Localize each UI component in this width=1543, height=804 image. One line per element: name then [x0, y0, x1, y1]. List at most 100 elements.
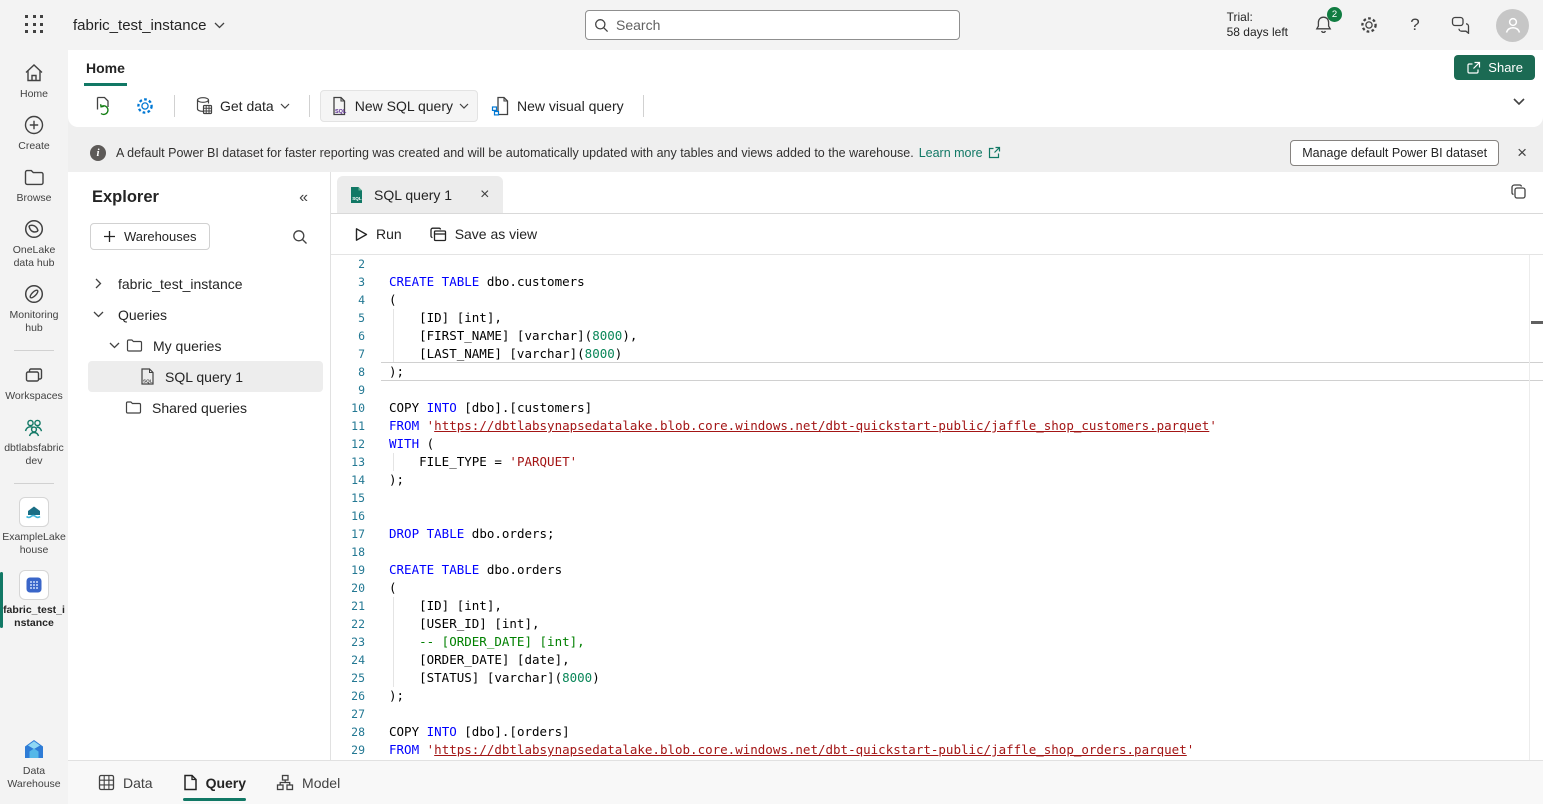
refresh-button[interactable]: [84, 90, 122, 122]
workspaces-icon: [23, 364, 45, 386]
rail-item-workspaces[interactable]: Workspaces: [0, 364, 68, 403]
code-line[interactable]: 12WITH (: [331, 435, 1543, 453]
rail-item-fabric-test-instance[interactable]: fabric_test_instance: [0, 570, 68, 630]
copy-icon[interactable]: [1510, 183, 1527, 200]
code-line[interactable]: 11FROM 'https://dbtlabsynapsedatalake.bl…: [331, 417, 1543, 435]
share-button[interactable]: Share: [1454, 55, 1535, 80]
notification-badge: 2: [1327, 7, 1342, 22]
run-button[interactable]: Run: [345, 221, 412, 247]
rail-item-browse[interactable]: Browse: [0, 166, 68, 205]
code-line[interactable]: 16: [331, 507, 1543, 525]
code-line[interactable]: 23 -- [ORDER_DATE] [int],: [331, 633, 1543, 651]
explorer-search-icon[interactable]: [292, 229, 308, 245]
line-number: 3: [331, 273, 365, 291]
code-line[interactable]: 14);: [331, 471, 1543, 489]
query-toolbar: Run Save as view: [331, 214, 1543, 255]
code-line[interactable]: 6 [FIRST_NAME] [varchar](8000),: [331, 327, 1543, 345]
new-visual-query-button[interactable]: New visual query: [482, 90, 633, 122]
tree-item-warehouse[interactable]: fabric_test_instance: [68, 268, 330, 299]
settings-button[interactable]: [1358, 14, 1380, 36]
banner-close-icon[interactable]: ×: [1517, 144, 1527, 161]
code-line[interactable]: 29FROM 'https://dbtlabsynapsedatalake.bl…: [331, 741, 1543, 759]
code-line[interactable]: 17DROP TABLE dbo.orders;: [331, 525, 1543, 543]
user-avatar[interactable]: [1496, 9, 1529, 42]
search-input[interactable]: [616, 17, 951, 33]
code-line[interactable]: 3CREATE TABLE dbo.customers: [331, 273, 1543, 291]
visual-query-document-icon: [491, 96, 511, 116]
rail-divider: [14, 350, 54, 351]
code-line[interactable]: 26);: [331, 687, 1543, 705]
code-line[interactable]: 15: [331, 489, 1543, 507]
code-line[interactable]: 19CREATE TABLE dbo.orders: [331, 561, 1543, 579]
learn-more-link[interactable]: Learn more: [919, 146, 983, 160]
refresh-document-icon: [93, 96, 113, 116]
line-number: 19: [331, 561, 365, 579]
line-number: 16: [331, 507, 365, 525]
explorer-panel: Explorer « Warehouses fabric_test_instan…: [68, 172, 331, 760]
sql-file-icon: SQL: [140, 368, 155, 385]
data-warehouse-icon: [21, 737, 47, 761]
save-as-view-button[interactable]: Save as view: [420, 221, 547, 247]
help-button[interactable]: ?: [1404, 14, 1426, 36]
new-sql-query-button[interactable]: SQL New SQL query: [320, 90, 478, 122]
sql-code-editor[interactable]: 23CREATE TABLE dbo.customers4(5 [ID] [in…: [331, 255, 1543, 760]
share-icon: [1466, 61, 1481, 75]
rail-item-monitoring-hub[interactable]: Monitoring hub: [0, 283, 68, 335]
view-tab-model[interactable]: Model: [276, 761, 340, 804]
external-link-icon: [988, 146, 1001, 159]
main-content: Explorer « Warehouses fabric_test_instan…: [68, 172, 1543, 760]
code-line[interactable]: 9: [331, 381, 1543, 399]
collapse-ribbon-button[interactable]: [1513, 98, 1525, 105]
tab-home[interactable]: Home: [84, 55, 127, 86]
code-line[interactable]: 27: [331, 705, 1543, 723]
code-line[interactable]: 8);: [331, 363, 1543, 381]
get-data-button[interactable]: Get data: [185, 90, 299, 122]
rail-item-onelake-data-hub[interactable]: OneLake data hub: [0, 218, 68, 270]
code-line[interactable]: 20(: [331, 579, 1543, 597]
feedback-icon: [1451, 16, 1471, 34]
view-tab-data[interactable]: Data: [98, 761, 153, 804]
code-line[interactable]: 22 [USER_ID] [int],: [331, 615, 1543, 633]
gear-icon: [1359, 15, 1379, 35]
code-line[interactable]: 5 [ID] [int],: [331, 309, 1543, 327]
code-line[interactable]: 25 [STATUS] [varchar](8000): [331, 669, 1543, 687]
line-number: 28: [331, 723, 365, 741]
tree-item-sql-query-1[interactable]: SQL SQL query 1: [88, 361, 323, 392]
new-sql-query-label: New SQL query: [355, 98, 453, 114]
code-line[interactable]: 10COPY INTO [dbo].[customers]: [331, 399, 1543, 417]
editor-scrollbar-thumb[interactable]: [1531, 321, 1543, 324]
chevron-down-icon: [280, 103, 290, 109]
home-icon: [23, 62, 45, 84]
rail-item-home[interactable]: Home: [0, 62, 68, 101]
rail-item-examplelakehouse[interactable]: ExampleLakehouse: [0, 497, 68, 557]
code-line[interactable]: 21 [ID] [int],: [331, 597, 1543, 615]
code-line[interactable]: 7 [LAST_NAME] [varchar](8000): [331, 345, 1543, 363]
tree-item-queries[interactable]: Queries: [68, 299, 330, 330]
tree-item-my-queries[interactable]: My queries: [68, 330, 330, 361]
tab-sql-query-1[interactable]: SQL SQL query 1 ×: [337, 176, 503, 213]
code-line[interactable]: 13 FILE_TYPE = 'PARQUET': [331, 453, 1543, 471]
add-warehouses-button[interactable]: Warehouses: [90, 223, 210, 250]
onelake-icon: [23, 218, 45, 240]
code-line[interactable]: 18: [331, 543, 1543, 561]
new-visual-query-label: New visual query: [517, 98, 624, 114]
manage-dataset-button[interactable]: Manage default Power BI dataset: [1290, 140, 1499, 166]
rail-item-dbtlabsfabricdev[interactable]: dbtlabsfabricdev: [0, 416, 68, 468]
warehouse-settings-button[interactable]: [126, 90, 164, 122]
code-line[interactable]: 4(: [331, 291, 1543, 309]
app-launcher-icon[interactable]: [25, 15, 45, 35]
code-line[interactable]: 24 [ORDER_DATE] [date],: [331, 651, 1543, 669]
workspace-title[interactable]: fabric_test_instance: [73, 17, 225, 34]
code-line[interactable]: 2: [331, 255, 1543, 273]
notifications-button[interactable]: 2: [1312, 14, 1334, 36]
tab-close-icon[interactable]: ×: [480, 186, 489, 204]
view-tab-query[interactable]: Query: [183, 761, 246, 804]
rail-item-data-warehouse[interactable]: Data Warehouse: [0, 737, 68, 791]
code-line[interactable]: 28COPY INTO [dbo].[orders]: [331, 723, 1543, 741]
line-number: 4: [331, 291, 365, 309]
rail-item-create[interactable]: Create: [0, 114, 68, 153]
collapse-panel-icon[interactable]: «: [299, 189, 308, 207]
feedback-button[interactable]: [1450, 14, 1472, 36]
tree-item-shared-queries[interactable]: Shared queries: [68, 392, 330, 423]
global-search: [585, 10, 960, 40]
